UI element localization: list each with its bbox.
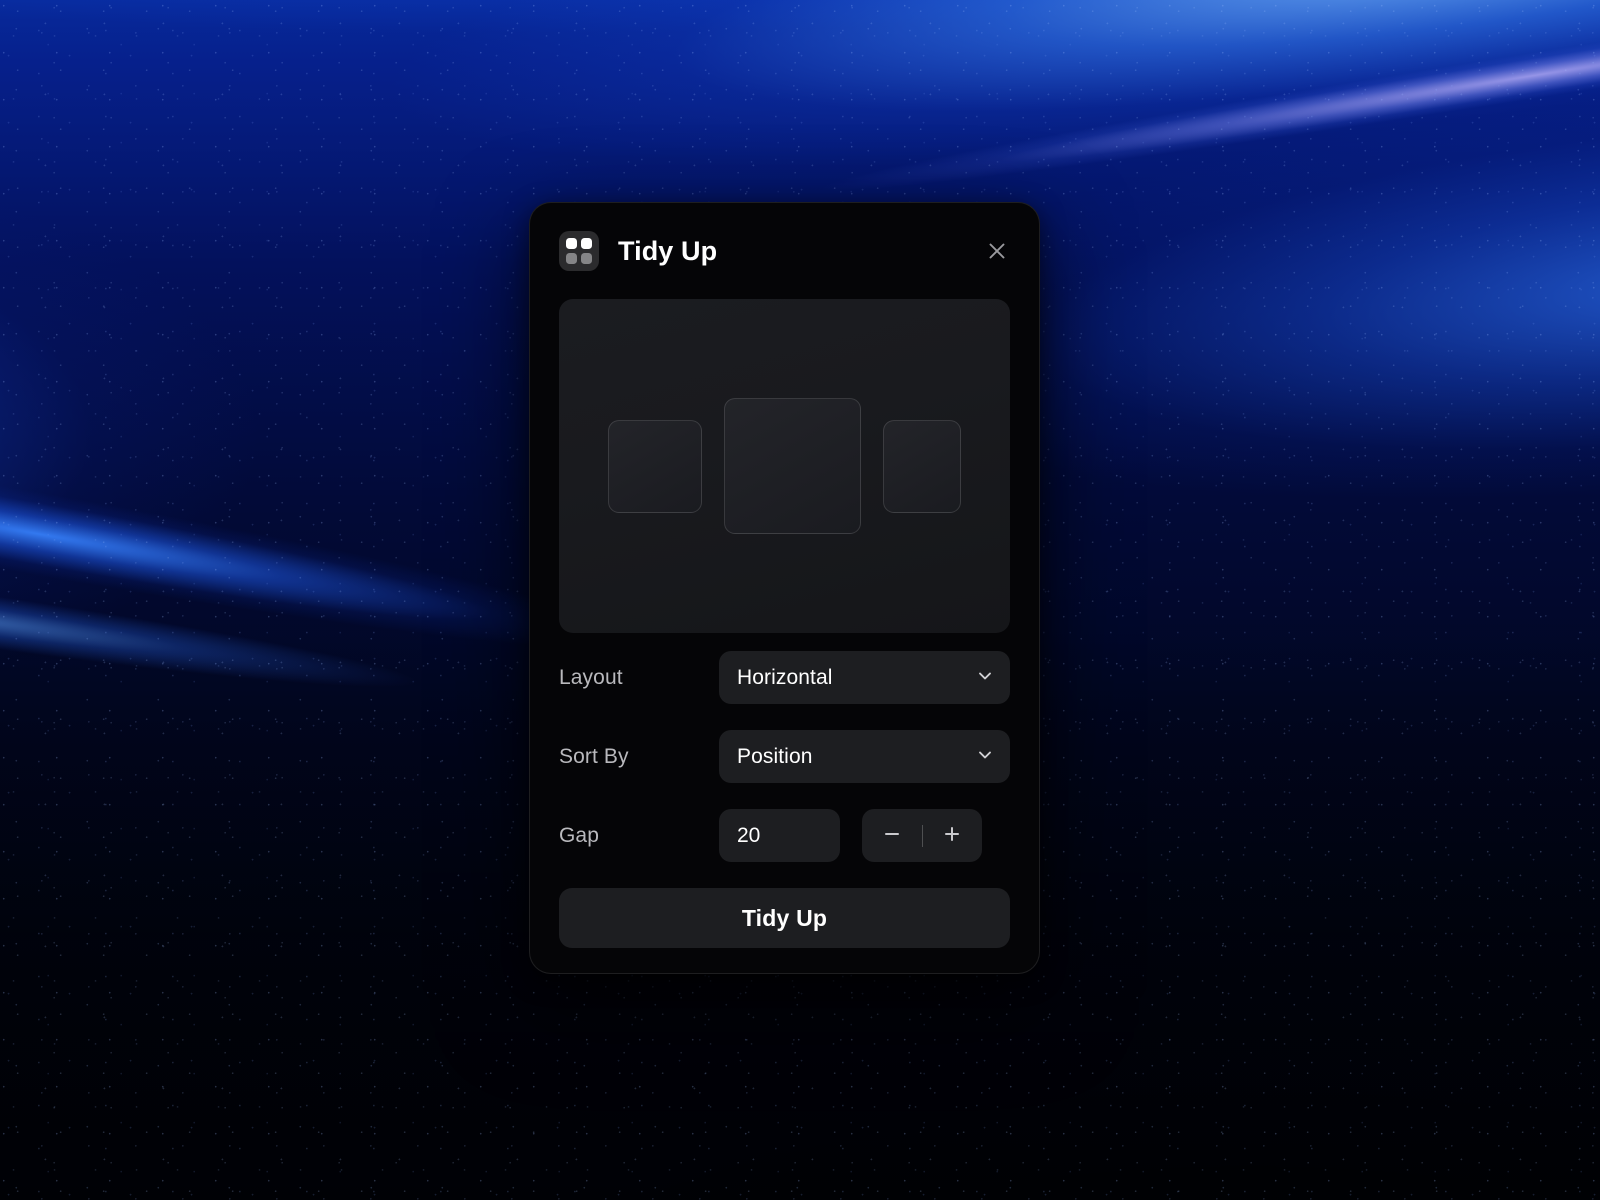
grid-cell-top-left (566, 238, 577, 249)
grid-cell-bottom-right (581, 253, 592, 264)
layout-row: Layout Horizontal (559, 651, 1010, 704)
layout-preview (559, 299, 1010, 633)
close-button[interactable] (979, 233, 1015, 269)
chevron-down-icon (976, 666, 994, 689)
gap-input[interactable] (719, 809, 840, 862)
close-icon (986, 240, 1008, 262)
gap-label: Gap (559, 823, 599, 847)
gap-row: Gap (559, 809, 1010, 862)
controls-section: Layout Horizontal Sort By Position Gap 2… (530, 633, 1039, 862)
desktop-wallpaper: Tidy Up Layout Horizontal Sort By Positi… (0, 0, 1600, 1200)
tidy-up-button[interactable]: Tidy Up (559, 888, 1010, 948)
grid-2x2-icon (559, 231, 599, 271)
layout-select[interactable]: Horizontal (719, 651, 1010, 704)
plus-icon (941, 823, 963, 848)
sort-by-label: Sort By (559, 744, 629, 768)
layout-select-value: Horizontal (737, 665, 833, 689)
dialog-header: Tidy Up (530, 203, 1039, 299)
chevron-down-icon (976, 745, 994, 768)
gap-increment-button[interactable] (923, 809, 983, 862)
dialog-title: Tidy Up (618, 235, 718, 266)
sort-by-row: Sort By Position (559, 730, 1010, 783)
sort-by-select[interactable]: Position (719, 730, 1010, 783)
grid-cell-bottom-left (566, 253, 577, 264)
preview-card-3 (883, 419, 961, 513)
preview-card-1 (608, 419, 702, 513)
grid-cell-top-right (581, 238, 592, 249)
tidy-up-dialog: Tidy Up Layout Horizontal Sort By Positi… (529, 202, 1040, 974)
sort-by-select-value: Position (737, 744, 813, 768)
preview-card-2 (724, 398, 861, 534)
minus-icon (881, 823, 903, 848)
gap-stepper (862, 809, 982, 862)
gap-decrement-button[interactable] (862, 809, 922, 862)
layout-label: Layout (559, 665, 623, 689)
